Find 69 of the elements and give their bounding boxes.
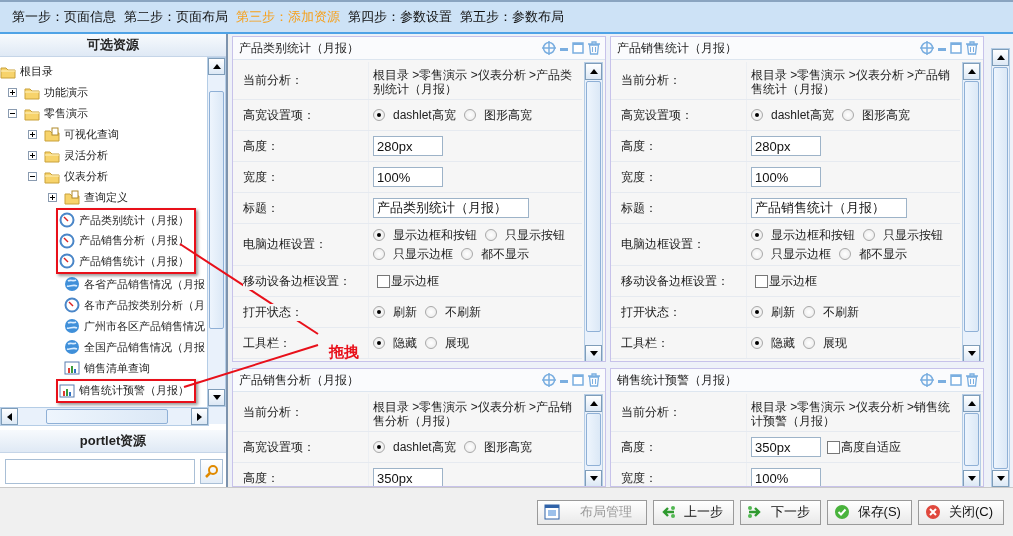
option-label[interactable]: 展现 [445, 336, 469, 350]
text-input[interactable]: 280px [751, 136, 821, 156]
option-label[interactable]: 不刷新 [823, 305, 859, 319]
analysis-path: 根目录 >零售演示 >仪表分析 >产品销售统计（月报） [751, 68, 952, 96]
text-input[interactable]: 100% [751, 468, 821, 486]
option-label[interactable]: 只显示边框 [771, 247, 831, 261]
option-label[interactable]: 刷新 [771, 305, 795, 319]
option-label[interactable]: 隐藏 [393, 336, 417, 350]
panel-title: 可选资源 [0, 34, 226, 57]
tree-item[interactable]: 根目录 [20, 64, 53, 79]
option-label[interactable]: dashlet高宽 [393, 440, 456, 454]
option-label[interactable]: 都不显示 [859, 247, 907, 261]
wizard-step[interactable]: 第一步：页面信息 [12, 8, 116, 26]
text-input[interactable]: 100% [373, 167, 443, 187]
checkbox-label[interactable]: 高度自适应 [841, 440, 901, 454]
text-input[interactable]: 280px [373, 136, 443, 156]
option-label[interactable]: 显示边框和按钮 [393, 228, 477, 242]
option-label[interactable]: 显示边框和按钮 [771, 228, 855, 242]
tree-item[interactable]: 广州市各区产品销售情况 [84, 318, 205, 334]
checkbox-label[interactable]: 显示边框 [391, 274, 439, 288]
action-button[interactable]: 关闭(C) [917, 499, 1004, 525]
option-label[interactable]: 展现 [823, 336, 847, 350]
tree-item[interactable]: 灵活分析 [64, 148, 108, 163]
tree-item[interactable]: 查询定义 [84, 190, 128, 205]
tree-item[interactable]: 产品销售统计（月报） [79, 253, 189, 269]
text-input[interactable]: 350px [751, 437, 821, 457]
tree-item[interactable]: 功能演示 [44, 85, 88, 100]
text-input[interactable]: 产品销售统计（月报） [751, 198, 907, 218]
tree-item[interactable]: 零售演示 [44, 106, 88, 121]
portlet-title: 产品类别统计（月报） [239, 39, 360, 57]
analysis-path: 根目录 >零售演示 >仪表分析 >产品销售分析（月报） [373, 400, 574, 428]
text-input[interactable]: 100% [751, 167, 821, 187]
annotation-label: 拖拽 [329, 343, 359, 362]
option-label[interactable]: 图形高宽 [483, 108, 532, 122]
tree-item[interactable]: 可视化查询 [64, 127, 119, 142]
action-button[interactable]: 保存(S) [826, 499, 912, 525]
analysis-path: 根目录 >零售演示 >仪表分析 >销售统计预警（月报） [751, 400, 952, 428]
option-label[interactable]: 只显示边框 [393, 247, 453, 261]
portlet-title: 产品销售统计（月报） [617, 39, 738, 57]
option-label[interactable]: 隐藏 [771, 336, 795, 350]
option-label[interactable]: 都不显示 [481, 247, 529, 261]
wizard-step[interactable]: 第五步：参数布局 [460, 8, 564, 26]
option-label[interactable]: 刷新 [393, 305, 417, 319]
analysis-path: 根目录 >零售演示 >仪表分析 >产品类别统计（月报） [373, 68, 574, 96]
portlet-title: 产品销售分析（月报） [239, 371, 360, 389]
action-button[interactable]: 上一步 [652, 499, 734, 525]
wizard-step[interactable]: 第二步：页面布局 [124, 8, 228, 26]
tree-item[interactable]: 各市产品按类别分析（月 [84, 297, 205, 313]
wizard-step[interactable]: 第四步：参数设置 [348, 8, 452, 26]
tree-item[interactable]: 各省产品销售情况（月报 [84, 276, 205, 292]
portlet-title: 销售统计预警（月报） [617, 371, 738, 389]
option-label[interactable]: 图形高宽 [483, 440, 532, 454]
text-input[interactable]: 产品类别统计（月报） [373, 198, 529, 218]
option-label[interactable]: dashlet高宽 [393, 108, 456, 122]
field-label: 打开状态： [243, 303, 303, 321]
option-label[interactable]: 只显示按钮 [505, 228, 565, 242]
action-button[interactable]: 下一步 [739, 499, 821, 525]
option-label[interactable]: 不刷新 [445, 305, 481, 319]
option-label[interactable]: dashlet高宽 [771, 108, 834, 122]
option-label[interactable]: 图形高宽 [861, 108, 910, 122]
tree-item[interactable]: 销售清单查询 [84, 360, 150, 376]
option-label[interactable]: 只显示按钮 [883, 228, 943, 242]
checkbox-label[interactable]: 显示边框 [769, 274, 817, 288]
tree-item[interactable]: 产品类别统计（月报） [79, 212, 189, 228]
text-input[interactable]: 350px [373, 468, 443, 486]
tree-item[interactable]: 销售统计预警（月报） [79, 383, 189, 399]
tree-item[interactable]: 仪表分析 [64, 169, 108, 184]
tree-item[interactable]: 全国产品销售情况（月报 [84, 339, 205, 355]
panel-title: portlet资源 [0, 430, 226, 453]
